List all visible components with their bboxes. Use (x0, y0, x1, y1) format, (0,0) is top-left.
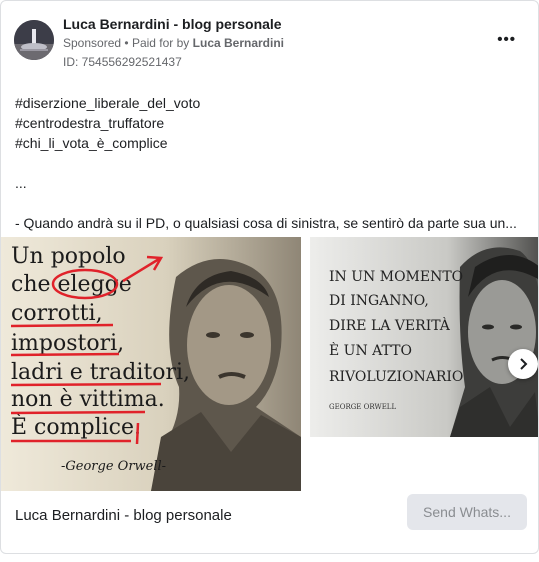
quote2-line: DIRE LA VERITÀ (329, 316, 451, 334)
ad-body-text: #diserzione_liberale_del_voto #centrodes… (15, 93, 525, 233)
quote1-line: È complice. (11, 413, 141, 440)
hashtag-line[interactable]: #centrodestra_truffatore (15, 113, 525, 133)
more-options-icon[interactable]: ••• (497, 31, 516, 48)
quote1-line: ladri e traditori, (11, 360, 190, 385)
send-whatsapp-button[interactable]: Send Whats... (407, 494, 527, 530)
quote2-line: IN UN MOMENTO (329, 269, 463, 285)
quote2-line: È UN ATTO (329, 341, 412, 359)
carousel-next-button[interactable] (508, 349, 538, 379)
quote1-signature: -George Orwell- (61, 459, 166, 474)
quote2-line: RIVOLUZIONARIO (329, 369, 463, 385)
footer-page-title[interactable]: Luca Bernardini - blog personale (15, 507, 232, 524)
paid-for-prefix: Paid for by (131, 36, 190, 50)
carousel-card-orwell-quote-2[interactable]: IN UN MOMENTO DI INGANNO, DIRE LA VERITÀ… (310, 237, 538, 437)
quote1-line: Un popolo (11, 244, 126, 269)
quote2-signature: GEORGE ORWELL (329, 403, 396, 411)
quote2-line: DI INGANNO, (329, 293, 429, 309)
page-avatar[interactable] (14, 20, 54, 60)
body-sentence: - Quando andrà su il PD, o qualsiasi cos… (15, 215, 517, 231)
quote1-line: non è vittima. (11, 387, 165, 412)
quote1-line: corrotti, (11, 301, 103, 326)
ad-id: ID: 754556292521437 (63, 55, 182, 69)
sponsored-label: Sponsored (63, 36, 122, 50)
hashtag-line[interactable]: #diserzione_liberale_del_voto (15, 93, 525, 113)
carousel-card-orwell-quote-1[interactable]: Un popolo che elegge corrotti, impostori… (1, 237, 301, 491)
hashtag-line[interactable]: #chi_li_vota_è_complice (15, 133, 525, 153)
separator-dot: • (124, 36, 129, 50)
quote1-line: impostori, (11, 331, 124, 356)
ellipsis-line: ... (15, 175, 27, 191)
image-carousel: Un popolo che elegge corrotti, impostori… (1, 237, 538, 491)
avatar-image (14, 20, 54, 60)
ad-card: Luca Bernardini - blog personale Sponsor… (0, 0, 539, 554)
sponsored-line: Sponsored • Paid for by Luca Bernardini (63, 36, 284, 50)
quote1-line: che elegge (11, 272, 132, 297)
orwell-quote-image-1: Un popolo che elegge corrotti, impostori… (1, 237, 301, 491)
chevron-right-icon (520, 358, 528, 370)
orwell-quote-image-2: IN UN MOMENTO DI INGANNO, DIRE LA VERITÀ… (310, 237, 538, 437)
paid-for-name[interactable]: Luca Bernardini (193, 36, 284, 50)
page-name-link[interactable]: Luca Bernardini - blog personale (63, 16, 282, 32)
